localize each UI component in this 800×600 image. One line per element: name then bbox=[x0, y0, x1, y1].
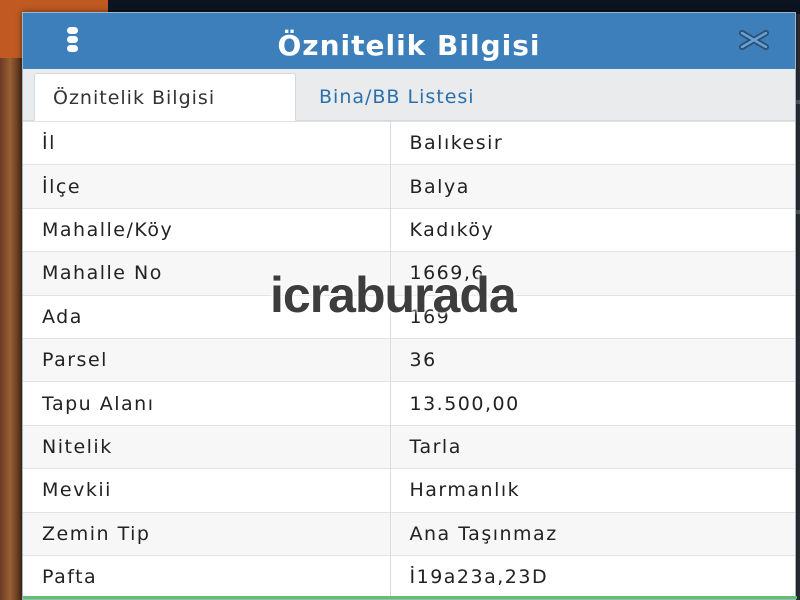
table-row: Nitelik Tarla bbox=[23, 424, 795, 469]
attribute-value: 169 bbox=[390, 294, 795, 339]
table-row: İlçe Balya bbox=[23, 164, 795, 209]
attribute-key: İlçe bbox=[23, 164, 391, 209]
attribute-key: İl bbox=[23, 120, 391, 165]
close-x-icon[interactable] bbox=[737, 29, 771, 51]
attribute-key: Zemin Tip bbox=[23, 511, 391, 556]
attribute-key: Ada bbox=[23, 294, 391, 339]
attribute-key: Mevkii bbox=[23, 468, 391, 513]
table-row: Pafta İ19a23a,23D bbox=[23, 554, 795, 599]
attribute-key: Nitelik bbox=[23, 424, 391, 469]
tab-building-list[interactable]: Bina/BB Listesi bbox=[301, 73, 493, 121]
tab-attribute-info[interactable]: Öznitelik Bilgisi bbox=[34, 73, 296, 121]
attribute-value: Balıkesir bbox=[390, 120, 795, 165]
table-row: Mevkii Harmanlık bbox=[23, 468, 795, 513]
attribute-value: Balya bbox=[390, 164, 795, 209]
attribute-value: Ana Taşınmaz bbox=[390, 511, 795, 556]
table-row: Tapu Alanı 13.500,00 bbox=[23, 381, 795, 426]
attribute-value: Kadıköy bbox=[390, 207, 795, 252]
attribute-value: 13.500,00 bbox=[390, 381, 795, 426]
dialog-title: Öznitelik Bilgisi bbox=[277, 29, 541, 62]
attribute-value: 1669,6 bbox=[390, 251, 795, 296]
table-row: Ada 169 bbox=[23, 294, 795, 339]
dialog-titlebar: Öznitelik Bilgisi bbox=[23, 13, 795, 69]
attribute-value: İ19a23a,23D bbox=[390, 554, 795, 599]
table-row: Mahalle/Köy Kadıköy bbox=[23, 207, 795, 252]
table-row: İl Balıkesir bbox=[23, 120, 795, 165]
bottom-accent-bar bbox=[23, 596, 797, 599]
attribute-info-dialog: Öznitelik Bilgisi Öznitelik Bilgisi Bina… bbox=[22, 12, 797, 600]
attribute-key: Mahalle/Köy bbox=[23, 207, 391, 252]
attribute-key: Pafta bbox=[23, 554, 391, 599]
table-row: Parsel 36 bbox=[23, 337, 795, 382]
attribute-value: 36 bbox=[390, 337, 795, 382]
attribute-value: Harmanlık bbox=[390, 468, 795, 513]
attribute-key: Mahalle No bbox=[23, 251, 391, 296]
attribute-key: Tapu Alanı bbox=[23, 381, 391, 426]
dialog-tabs: Öznitelik Bilgisi Bina/BB Listesi bbox=[23, 69, 795, 121]
table-row: Mahalle No 1669,6 bbox=[23, 251, 795, 296]
table-row: Zemin Tip Ana Taşınmaz bbox=[23, 511, 795, 556]
attribute-key: Parsel bbox=[23, 337, 391, 382]
attribute-table: İl Balıkesir İlçe Balya Mahalle/Köy Kadıköy Ma… bbox=[23, 120, 795, 599]
attribute-value: Tarla bbox=[390, 424, 795, 469]
